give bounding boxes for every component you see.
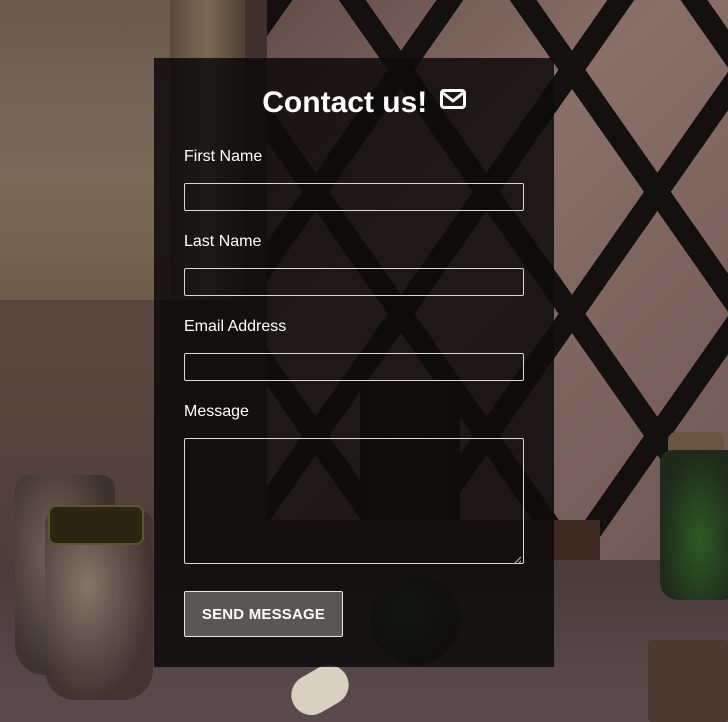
background-jar-lid [48, 505, 144, 545]
background-green-jar [660, 450, 728, 600]
first-name-field[interactable] [184, 183, 524, 211]
email-field[interactable] [184, 353, 524, 381]
envelope-icon [439, 88, 466, 114]
send-message-button[interactable]: SEND MESSAGE [184, 591, 343, 637]
message-field[interactable] [184, 438, 524, 564]
resize-grip-icon[interactable] [513, 552, 522, 565]
message-label: Message [184, 403, 249, 420]
last-name-label: Last Name [184, 233, 262, 250]
page-title: Contact us! [262, 86, 428, 119]
email-label: Email Address [184, 318, 287, 335]
last-name-field[interactable] [184, 268, 524, 296]
contact-heading: Contact us! [0, 86, 728, 120]
background-stool [648, 640, 728, 722]
first-name-label: First Name [184, 148, 263, 165]
